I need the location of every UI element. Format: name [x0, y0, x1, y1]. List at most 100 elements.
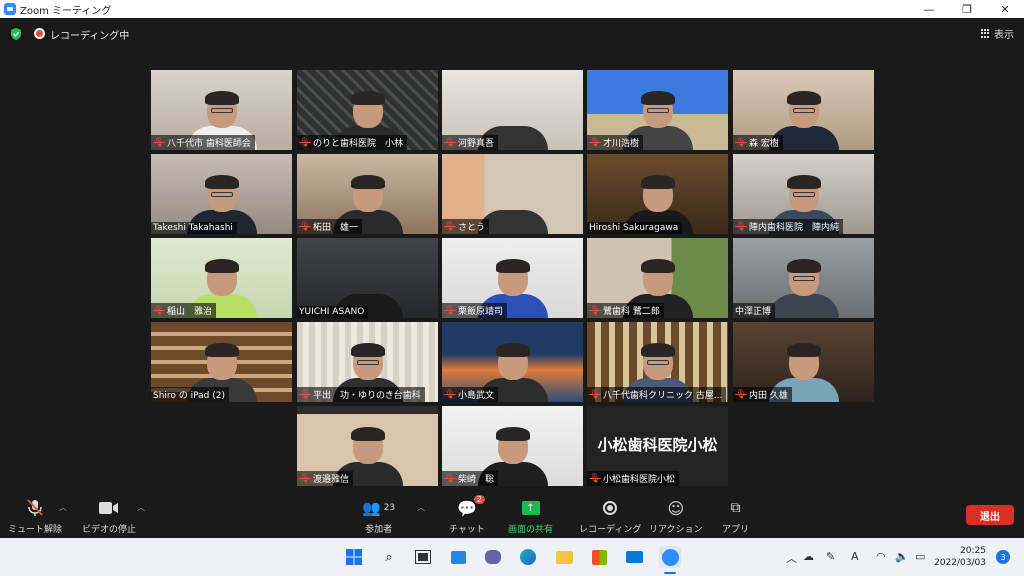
participant-tile[interactable]: 中澤正博 — [733, 238, 874, 318]
record-icon — [603, 501, 618, 515]
recording-icon[interactable] — [34, 28, 45, 39]
record-button[interactable]: レコーディング — [579, 498, 641, 535]
mic-muted-icon: 🎙 — [735, 137, 747, 148]
participant-name-tag: 🎙 平出 功・ゆりのき台歯科 — [297, 387, 425, 402]
participant-name: 栗飯原靖司 — [458, 307, 504, 317]
maximize-button[interactable]: ❐ — [948, 0, 986, 18]
participant-name: Shiro の iPad (2) — [153, 391, 226, 401]
windows-taskbar: ⌕ ︿ ☁ ✎ A ◠ 🔈 ▭ 20:25 2022/03/03 3 — [0, 538, 1024, 576]
chat-label: チャット — [449, 525, 485, 535]
participant-name: YUICHI ASANO — [299, 307, 365, 317]
participants-label: 参加者 — [365, 525, 393, 535]
edge-browser-icon[interactable] — [517, 546, 539, 568]
participant-name: 鷺歯科 鷺二郎 — [603, 307, 660, 317]
participant-tile[interactable]: 🎙 鷺歯科 鷺二郎 — [587, 238, 728, 318]
zoom-taskbar-icon[interactable] — [659, 546, 681, 568]
mic-muted-icon: 🎙 — [735, 389, 747, 400]
pen-icon[interactable]: ✎ — [826, 550, 835, 563]
share-screen-label: 画面の共有 — [508, 525, 554, 535]
meeting-toolbar: ミュート解除 ︿ ビデオの停止 ︿ 👥 23 参加者 ︿ 💬 2 チャット ↑ … — [0, 494, 1024, 538]
window-title: Zoom ミーティング — [20, 5, 112, 17]
mail-icon[interactable] — [623, 546, 645, 568]
participant-name-tag: 🎙 渡邉雅信 — [297, 471, 354, 486]
participant-tile[interactable]: 🎙 さとう — [442, 154, 583, 234]
participant-tile[interactable]: 🎙 内田 久雄 — [733, 322, 874, 402]
security-shield-icon[interactable] — [10, 28, 22, 40]
battery-icon[interactable]: ▭ — [915, 550, 925, 563]
meeting-info-bar: レコーディング中 表示 — [0, 18, 1024, 48]
mic-muted-icon: 🎙 — [444, 473, 456, 484]
ime-indicator[interactable]: A — [851, 550, 859, 563]
minimize-button[interactable]: — — [910, 0, 948, 18]
participant-tile[interactable]: 🎙 河野真吾 — [442, 70, 583, 150]
mic-muted-icon: 🎙 — [299, 137, 311, 148]
mic-muted-icon: 🎙 — [444, 389, 456, 400]
leave-button[interactable]: 退出 — [966, 505, 1014, 525]
file-explorer-icon[interactable] — [553, 546, 575, 568]
microsoft-store-icon[interactable] — [588, 546, 610, 568]
participant-name-tag: 🎙 河野真吾 — [442, 135, 499, 150]
participant-name: 内田 久雄 — [749, 391, 788, 401]
clock-date: 2022/03/03 — [934, 558, 986, 568]
participant-tile[interactable]: Hiroshi Sakuragawa — [587, 154, 728, 234]
participant-tile[interactable]: 🎙 柴崎 聡 — [442, 406, 583, 486]
mic-muted-icon: 🎙 — [589, 305, 601, 316]
onedrive-cloud-icon[interactable]: ☁ — [803, 550, 814, 563]
mic-muted-icon: 🎙 — [444, 221, 456, 232]
participant-name-tag: 🎙 八千代歯科クリニック 古屋... — [587, 387, 727, 402]
chat-button[interactable]: 💬 2 チャット — [449, 495, 485, 535]
audio-options-chevron-icon[interactable]: ︿ — [59, 502, 67, 513]
mic-muted-icon: 🎙 — [299, 473, 311, 484]
participants-button[interactable]: 👥 23 参加者 — [362, 498, 395, 535]
participant-tile[interactable]: 🎙 平出 功・ゆりのき台歯科 — [297, 322, 438, 402]
participant-tile[interactable]: 🎙 稲山 雅治 — [151, 238, 292, 318]
participant-tile[interactable]: 🎙 森 宏樹 — [733, 70, 874, 150]
participant-tile[interactable]: 小松歯科医院小松 🎙 小松歯科医院小松 — [587, 406, 728, 486]
mic-muted-icon: 🎙 — [735, 221, 747, 232]
apps-button[interactable]: ⧉ アプリ — [722, 498, 749, 535]
participant-tile[interactable]: Takeshi Takahashi — [151, 154, 292, 234]
participant-display-name: 小松歯科医院小松 — [597, 436, 718, 454]
stop-video-button[interactable]: ビデオの停止 — [82, 498, 136, 535]
close-button[interactable]: ✕ — [986, 0, 1024, 18]
view-button[interactable]: 表示 — [981, 26, 1014, 41]
share-screen-button[interactable]: ↑ 画面の共有 — [508, 498, 553, 535]
reactions-button[interactable]: ☺ リアクション — [649, 498, 703, 536]
grid-view-icon — [981, 29, 990, 38]
participant-name-tag: 🎙 柴崎 聡 — [442, 471, 499, 486]
participant-name: 中澤正博 — [735, 307, 772, 317]
participant-name-tag: 🎙 のりと歯科医院 小林 — [297, 135, 408, 150]
clock[interactable]: 20:25 2022/03/03 — [934, 545, 986, 569]
participant-tile[interactable]: 🎙 柘田 雄一 — [297, 154, 438, 234]
widgets-icon[interactable] — [447, 546, 469, 568]
participant-name: さとう — [458, 223, 486, 233]
teams-chat-icon[interactable] — [482, 546, 504, 568]
mic-muted-icon: 🎙 — [589, 389, 601, 400]
participant-tile[interactable]: 🎙 渡邉雅信 — [297, 406, 438, 486]
participant-tile[interactable]: YUICHI ASANO — [297, 238, 438, 318]
participant-name-tag: 🎙 八千代市 歯科医師会 — [151, 135, 255, 150]
unmute-button[interactable]: ミュート解除 — [8, 498, 62, 535]
participant-tile[interactable]: 🎙 才川浩樹 — [587, 70, 728, 150]
notification-badge[interactable]: 3 — [996, 550, 1010, 564]
participant-tile[interactable]: 🎙 栗飯原靖司 — [442, 238, 583, 318]
volume-icon[interactable]: 🔈 — [895, 550, 909, 563]
search-icon[interactable]: ⌕ — [378, 546, 400, 568]
participant-tile[interactable]: 🎙 小島武文 — [442, 322, 583, 402]
participant-tile[interactable]: Shiro の iPad (2) — [151, 322, 292, 402]
participant-tile[interactable]: 🎙 陣内歯科医院 陣内純 — [733, 154, 874, 234]
participant-tile[interactable]: 🎙 八千代市 歯科医師会 — [151, 70, 292, 150]
participant-name: Hiroshi Sakuragawa — [589, 223, 679, 233]
mic-muted-icon: 🎙 — [153, 305, 165, 316]
wifi-icon[interactable]: ◠ — [876, 550, 886, 563]
participants-options-chevron-icon[interactable]: ︿ — [417, 502, 425, 513]
task-view-icon[interactable] — [412, 546, 434, 568]
participant-tile[interactable]: 🎙 のりと歯科医院 小林 — [297, 70, 438, 150]
participant-name-tag: Hiroshi Sakuragawa — [587, 222, 683, 234]
participant-tile[interactable]: 🎙 八千代歯科クリニック 古屋... — [587, 322, 728, 402]
video-options-chevron-icon[interactable]: ︿ — [137, 502, 145, 513]
windows-start-icon[interactable] — [343, 546, 365, 568]
participant-name: 柘田 雄一 — [313, 223, 359, 233]
unmute-label: ミュート解除 — [8, 525, 63, 535]
tray-chevron-icon[interactable]: ︿ — [786, 550, 797, 566]
